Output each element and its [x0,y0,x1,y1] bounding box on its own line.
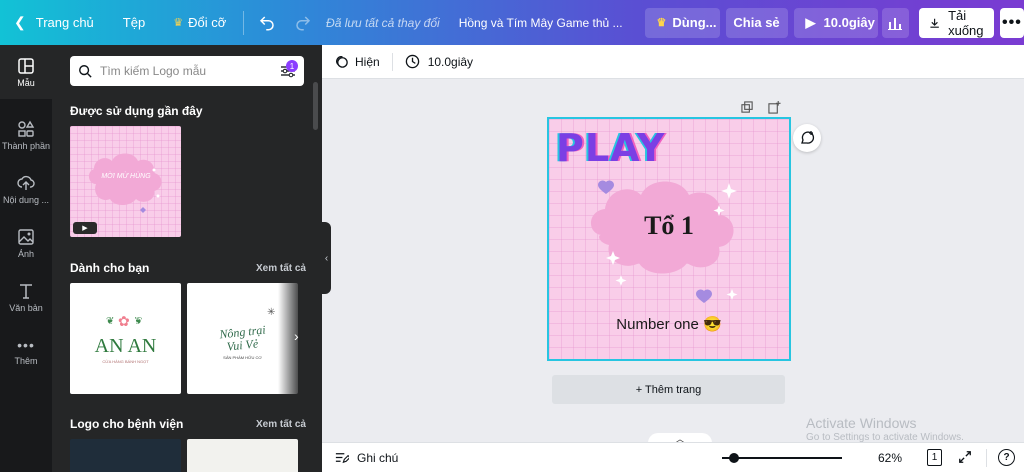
rail-item-elements[interactable]: Thành phần [0,108,52,162]
rail-item-photos[interactable]: Ảnh [0,216,52,270]
upgrade-button[interactable]: ♛ Dùng... [644,7,720,38]
text-icon [20,283,32,299]
notes-icon [335,453,349,464]
panel-scrollbar[interactable] [313,82,318,130]
resize-button[interactable]: ♛ Đổi cỡ [173,0,226,45]
see-all-link-hospital[interactable]: Xem tất cả [256,419,306,430]
hospital-section-title: Logo cho bệnh viện [70,417,184,431]
comment-add-icon [801,131,815,144]
play-icon: ▶ [82,225,88,232]
search-input[interactable] [100,64,280,78]
help-icon: ? [1003,452,1010,463]
more-icon: ••• [17,336,35,353]
rail-item-uploads[interactable]: Nội dung ... [0,162,52,216]
video-badge: ▶ [73,222,97,234]
see-all-link-for-you[interactable]: Xem tất cả [256,263,306,274]
crown-icon: ♛ [173,17,184,29]
add-page-icon-button[interactable] [768,101,781,119]
download-button[interactable]: Tải xuống [918,7,994,38]
undo-icon [259,15,274,30]
page-count-button[interactable]: 1 [927,449,942,466]
clock-icon [405,54,419,69]
upload-icon [17,175,35,190]
animate-icon [336,56,348,68]
share-button[interactable]: Chia sẻ [725,7,788,38]
flower-icon: ✿ [118,313,130,329]
editor-subtoolbar: Hiện 10.0giây [322,45,1024,79]
home-button[interactable]: ❮ Trang chủ [0,0,94,45]
divider [243,10,245,35]
duplicate-page-button[interactable] [741,101,754,119]
fullscreen-icon [959,451,971,463]
redo-icon [296,15,311,30]
notes-button[interactable]: Ghi chú [334,450,398,465]
file-menu[interactable]: Tệp [123,0,145,45]
card-subtitle: CỬA HÀNG BÁNH NGỌT [102,359,149,364]
filter-count-badge: 1 [286,60,298,72]
filter-button[interactable]: 1 [280,60,298,78]
search-box: 1 [70,56,304,86]
more-options-button[interactable]: ••• [999,7,1024,38]
activation-watermark-title: Activate Windows [806,415,917,431]
zoom-slider-handle[interactable] [729,453,739,463]
template-card-hospital-1[interactable] [70,439,181,472]
template-icon [18,57,34,74]
timing-button[interactable]: 10.0giây [405,54,473,69]
comment-button[interactable] [793,124,821,152]
zoom-level[interactable]: 62% [878,451,902,465]
duplicate-icon [741,101,753,113]
chevron-left-icon: ❮ [14,14,26,30]
save-status: Đã lưu tất cả thay đổi [326,15,440,30]
help-button[interactable]: ? [998,449,1015,466]
recent-section-title: Được sử dụng gần đây [70,104,203,118]
present-button[interactable]: ▶ 10.0giây [793,7,878,38]
animate-button[interactable]: Hiện [334,54,380,69]
fullscreen-button[interactable] [958,450,972,467]
search-icon [79,65,92,78]
divider [986,449,987,467]
thumb-text: MỜI MỪ HÙNG [101,173,151,180]
document-title[interactable]: Hồng và Tím Mây Game thủ ... [459,0,623,45]
insights-button[interactable] [881,7,909,38]
templates-panel: 1 Được sử dụng gần đây MỜI MỪ HÙNG ▶ Dàn… [52,45,322,472]
download-icon [930,18,939,28]
undo-button[interactable] [258,0,276,45]
card-title: AN AN [94,335,157,357]
leaf-icon: ❦ [106,316,115,327]
zoom-slider[interactable] [722,453,842,463]
crown-icon: ♛ [656,17,667,29]
rail-item-templates[interactable]: Mẫu [0,45,52,99]
bar-chart-icon [888,17,903,30]
bottom-toolbar: Ghi chú 62% 1 ? [322,442,1024,472]
recent-template-thumb[interactable]: MỜI MỪ HÙNG ▶ [70,126,181,237]
add-page-icon [768,101,781,114]
collapse-panel-handle[interactable]: ‹ [322,222,331,294]
rail-item-text[interactable]: Văn bản [0,270,52,324]
top-toolbar: ❮ Trang chủ Tệp ♛ Đổi cỡ Đã lưu tất cả t… [0,0,1024,45]
for-you-section-title: Dành cho bạn [70,261,150,275]
rail-item-more[interactable]: ••• Thêm [0,324,52,378]
cloud-text[interactable]: Tổ 1 [549,211,789,241]
photo-icon [18,228,34,245]
add-page-button[interactable]: + Thêm trang [552,375,785,404]
template-card-hospital-2[interactable] [187,439,298,472]
elements-icon [18,120,35,137]
sparkle-icon: ✳ [267,307,276,318]
template-card-an-an[interactable]: ✿ ❦ ❦ AN AN CỬA HÀNG BÁNH NGỌT [70,283,181,394]
caption-text[interactable]: Number one 😎 [549,315,789,333]
play-icon: ▶ [805,14,816,30]
design-page[interactable]: PLAY Tổ 1 Number one 😎 [547,117,791,361]
ellipsis-icon: ••• [1002,13,1022,31]
cloud-graphic [88,153,162,213]
divider [391,52,393,71]
left-rail: Mẫu Thành phần Nội dung ... Ảnh Văn bản … [0,45,52,472]
carousel-next-button[interactable]: › [294,328,299,344]
chevron-left-icon: ‹ [324,252,329,264]
leaf-icon: ❦ [134,316,143,327]
redo-button[interactable] [294,0,312,45]
